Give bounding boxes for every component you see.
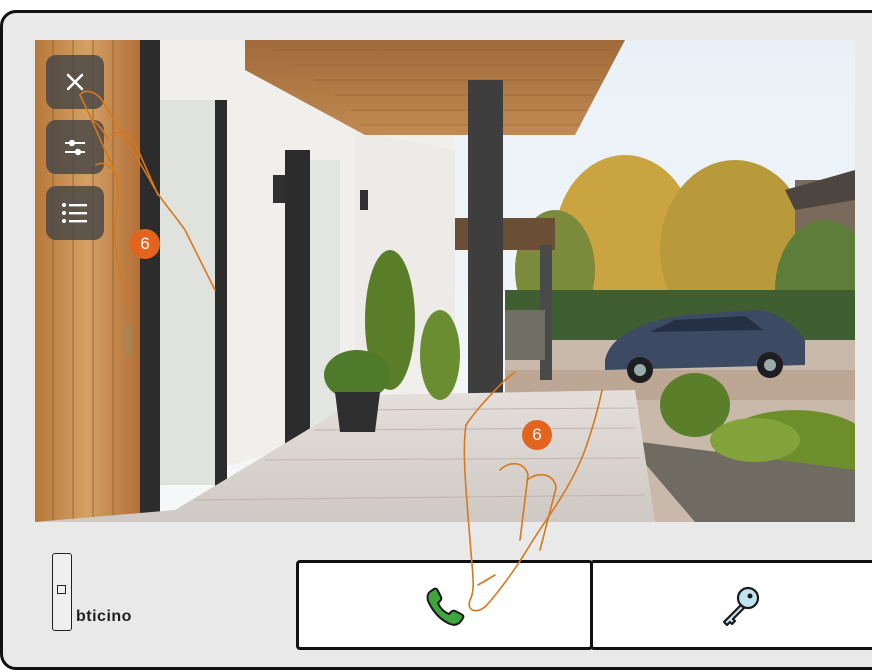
door-open-button[interactable] <box>590 560 872 650</box>
step-callout-answer: 6 <box>522 420 552 450</box>
list-icon <box>62 203 87 223</box>
sliders-icon <box>65 139 85 156</box>
brand-logo: bticino <box>76 608 132 625</box>
brand-square <box>57 585 66 594</box>
brand-badge <box>52 553 72 631</box>
camera-view <box>35 40 855 522</box>
answer-call-button[interactable] <box>296 560 593 650</box>
close-icon <box>66 73 84 91</box>
camera-scene-image <box>35 40 855 522</box>
settings-button[interactable] <box>46 120 104 174</box>
menu-button[interactable] <box>46 186 104 240</box>
close-button[interactable] <box>46 55 104 109</box>
phone-handset-icon <box>426 587 464 626</box>
key-icon <box>722 586 760 627</box>
step-callout-close: 6 <box>130 229 160 259</box>
